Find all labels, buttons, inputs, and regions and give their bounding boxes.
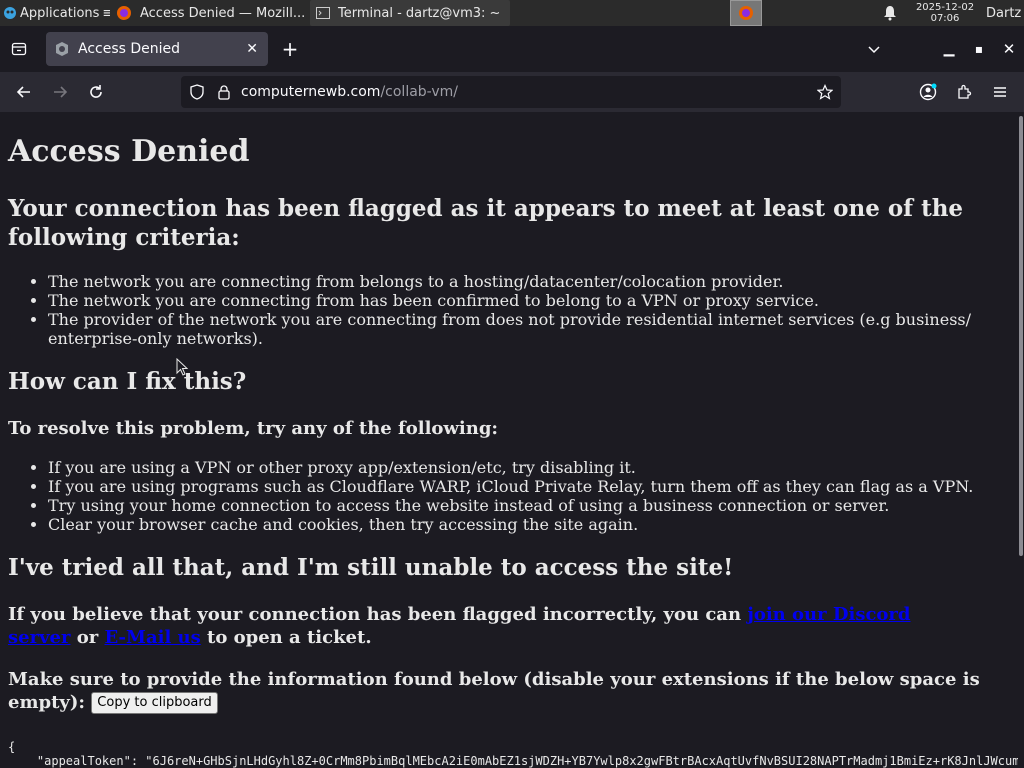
- new-tab-plus-icon[interactable]: +: [276, 29, 304, 69]
- hamburger-menu-icon[interactable]: [986, 72, 1014, 112]
- mouse-pointer-icon: [176, 357, 189, 380]
- provide-info-paragraph: Make sure to provide the information fou…: [8, 668, 1008, 714]
- maximize-window-icon[interactable]: ▪: [965, 29, 993, 69]
- site-favicon-icon: [54, 41, 70, 57]
- tab-title: Access Denied: [78, 41, 181, 57]
- top-panel: Applications ≡ Access Denied — Mozill...…: [0, 0, 1024, 26]
- clock-time: 07:06: [930, 13, 960, 24]
- list-tabs-chevron-down-icon[interactable]: [860, 29, 888, 69]
- extensions-puzzle-icon[interactable]: [950, 72, 978, 112]
- incorrect-text-or: or: [70, 627, 105, 648]
- bookmark-star-icon[interactable]: [817, 84, 833, 100]
- lock-icon[interactable]: [217, 84, 231, 100]
- taskbar-item-terminal[interactable]: Terminal - dartz@vm3: ~: [310, 0, 510, 26]
- resolve-heading: To resolve this problem, try any of the …: [8, 418, 499, 439]
- tab-strip: Access Denied ✕ + ▁ ▪ ✕: [0, 26, 1024, 72]
- menu-separator-icon: ≡: [102, 5, 110, 21]
- list-item: If you are using a VPN or other proxy ap…: [48, 458, 1018, 477]
- incorrect-text-pre: If you believe that your connection has …: [8, 604, 748, 625]
- tray-firefox-icon[interactable]: [730, 0, 762, 26]
- tried-heading: I've tried all that, and I'm still unabl…: [8, 554, 734, 581]
- terminal-icon: [316, 6, 330, 20]
- reload-icon[interactable]: [82, 72, 110, 112]
- list-item: The provider of the network you are conn…: [48, 310, 978, 348]
- url-domain: computernewb.com: [241, 84, 381, 100]
- url-path: /collab-vm/: [380, 84, 458, 100]
- taskbar-item-label: Terminal - dartz@vm3: ~: [338, 5, 501, 21]
- firefox-view-icon[interactable]: [5, 29, 33, 69]
- user-name: Dartz: [986, 5, 1022, 21]
- url-bar[interactable]: computernewb.com/collab-vm/: [181, 76, 841, 108]
- navigation-toolbar: computernewb.com/collab-vm/: [0, 72, 1024, 112]
- xfce-logo-icon: [3, 6, 17, 20]
- tab-access-denied[interactable]: Access Denied ✕: [46, 32, 268, 66]
- copy-to-clipboard-button[interactable]: Copy to clipboard: [91, 692, 218, 714]
- panel-clock[interactable]: 2025-12-02 07:06: [906, 0, 984, 26]
- flag-heading: Your connection has been flagged as it a…: [8, 195, 964, 251]
- criteria-list: The network you are connecting from belo…: [8, 272, 1008, 348]
- applications-label: Applications: [20, 5, 100, 21]
- fixes-list: If you are using a VPN or other proxy ap…: [8, 458, 1018, 534]
- appeal-token-line: "appealToken": "6J6reN+GHbSjnLHdGyhl8Z+0…: [8, 754, 1018, 768]
- email-link[interactable]: E-Mail us: [105, 627, 201, 648]
- user-menu[interactable]: Dartz: [986, 0, 1024, 26]
- fix-heading: How can I fix this?: [8, 368, 247, 395]
- page-content: Access Denied Your connection has been f…: [0, 112, 1018, 768]
- applications-menu[interactable]: Applications ≡: [0, 0, 110, 26]
- close-window-icon[interactable]: ✕: [995, 29, 1023, 69]
- forward-arrow-icon[interactable]: [46, 72, 74, 112]
- list-item: The network you are connecting from belo…: [48, 272, 1008, 291]
- list-item: Try using your home connection to access…: [48, 496, 1018, 515]
- list-item: If you are using programs such as Cloudf…: [48, 477, 1018, 496]
- firefox-icon: [116, 5, 132, 21]
- clock-date: 2025-12-02: [915, 2, 975, 13]
- taskbar-item-firefox[interactable]: Access Denied — Mozill...: [110, 0, 310, 26]
- incorrect-text-post: to open a ticket.: [200, 627, 372, 648]
- minimize-window-icon[interactable]: ▁: [935, 29, 963, 69]
- close-tab-icon[interactable]: ✕: [246, 41, 258, 57]
- account-icon[interactable]: [914, 72, 942, 112]
- taskbar-item-label: Access Denied — Mozill...: [140, 5, 306, 21]
- list-item: Clear your browser cache and cookies, th…: [48, 515, 1018, 534]
- page-title: Access Denied: [8, 134, 250, 169]
- scrollbar-thumb[interactable]: [1019, 116, 1023, 556]
- notification-bell-icon[interactable]: [878, 0, 902, 26]
- back-arrow-icon[interactable]: [10, 72, 38, 112]
- incorrect-flag-paragraph: If you believe that your connection has …: [8, 603, 968, 649]
- tracking-protection-shield-icon[interactable]: [189, 84, 205, 100]
- list-item: The network you are connecting from has …: [48, 291, 1008, 310]
